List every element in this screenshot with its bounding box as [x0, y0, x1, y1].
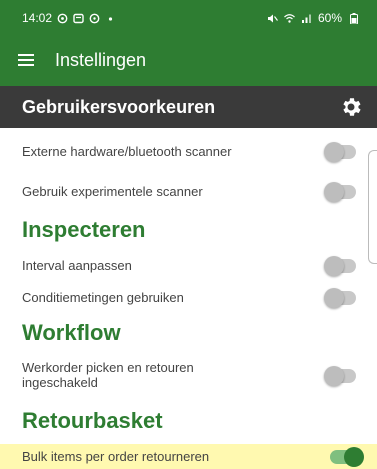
setting-label: Interval aanpassen: [22, 258, 132, 273]
group-title-workflow: Workflow: [22, 320, 121, 345]
setting-label: Bulk items per order retourneren: [22, 449, 210, 464]
setting-label: Externe hardware/bluetooth scanner: [22, 144, 232, 159]
setting-label: Werkorder picken en retouren ingeschakel…: [22, 360, 194, 390]
notification-icon: [89, 13, 100, 24]
status-time: 14:02: [22, 11, 53, 25]
setting-row-bulk-items: Bulk items per order retourneren: [0, 444, 377, 469]
interval-toggle[interactable]: [324, 256, 356, 276]
page-title: Instellingen: [55, 50, 147, 70]
gear-icon[interactable]: [339, 95, 363, 119]
setting-label-line2: ingeschakeld: [22, 375, 98, 390]
setting-label-line1: Werkorder picken en retouren: [22, 360, 194, 375]
battery-icon: [348, 12, 359, 24]
setting-row-external-scanner: Externe hardware/bluetooth scanner: [0, 140, 377, 164]
signal-icon: [301, 13, 312, 24]
status-bar-right: 60%: [267, 11, 359, 25]
side-panel-edge: [368, 150, 377, 264]
mute-icon: [267, 13, 278, 24]
workorder-picking-toggle[interactable]: [324, 366, 356, 386]
hamburger-menu-icon[interactable]: [18, 51, 36, 71]
message-icon: [73, 13, 84, 24]
status-bar-left: 14:02: [22, 11, 116, 25]
setting-row-workorder-picking: Werkorder picken en retouren ingeschakel…: [0, 356, 377, 396]
setting-row-experimental-scanner: Gebruik experimentele scanner: [0, 180, 377, 204]
setting-label: Gebruik experimentele scanner: [22, 184, 203, 199]
bulk-items-toggle[interactable]: [330, 447, 364, 467]
external-scanner-toggle[interactable]: [324, 142, 356, 162]
section-header: Gebruikersvoorkeuren: [0, 86, 377, 128]
wifi-icon: [284, 13, 295, 24]
experimental-scanner-toggle[interactable]: [324, 182, 356, 202]
group-title-inspecteren: Inspecteren: [22, 217, 146, 242]
condition-measurements-toggle[interactable]: [324, 288, 356, 308]
whatsapp-icon: [57, 13, 68, 24]
setting-row-interval: Interval aanpassen: [0, 254, 377, 278]
app-bar: Instellingen: [0, 36, 377, 86]
battery-percentage: 60%: [317, 11, 342, 25]
dot-icon: [105, 13, 116, 24]
setting-row-condition-measurements: Conditiemetingen gebruiken: [0, 286, 377, 310]
group-title-retourbasket: Retourbasket: [22, 408, 163, 433]
status-bar: 14:02 60%: [0, 0, 377, 36]
setting-label: Conditiemetingen gebruiken: [22, 290, 184, 305]
section-title: Gebruikersvoorkeuren: [22, 97, 216, 117]
